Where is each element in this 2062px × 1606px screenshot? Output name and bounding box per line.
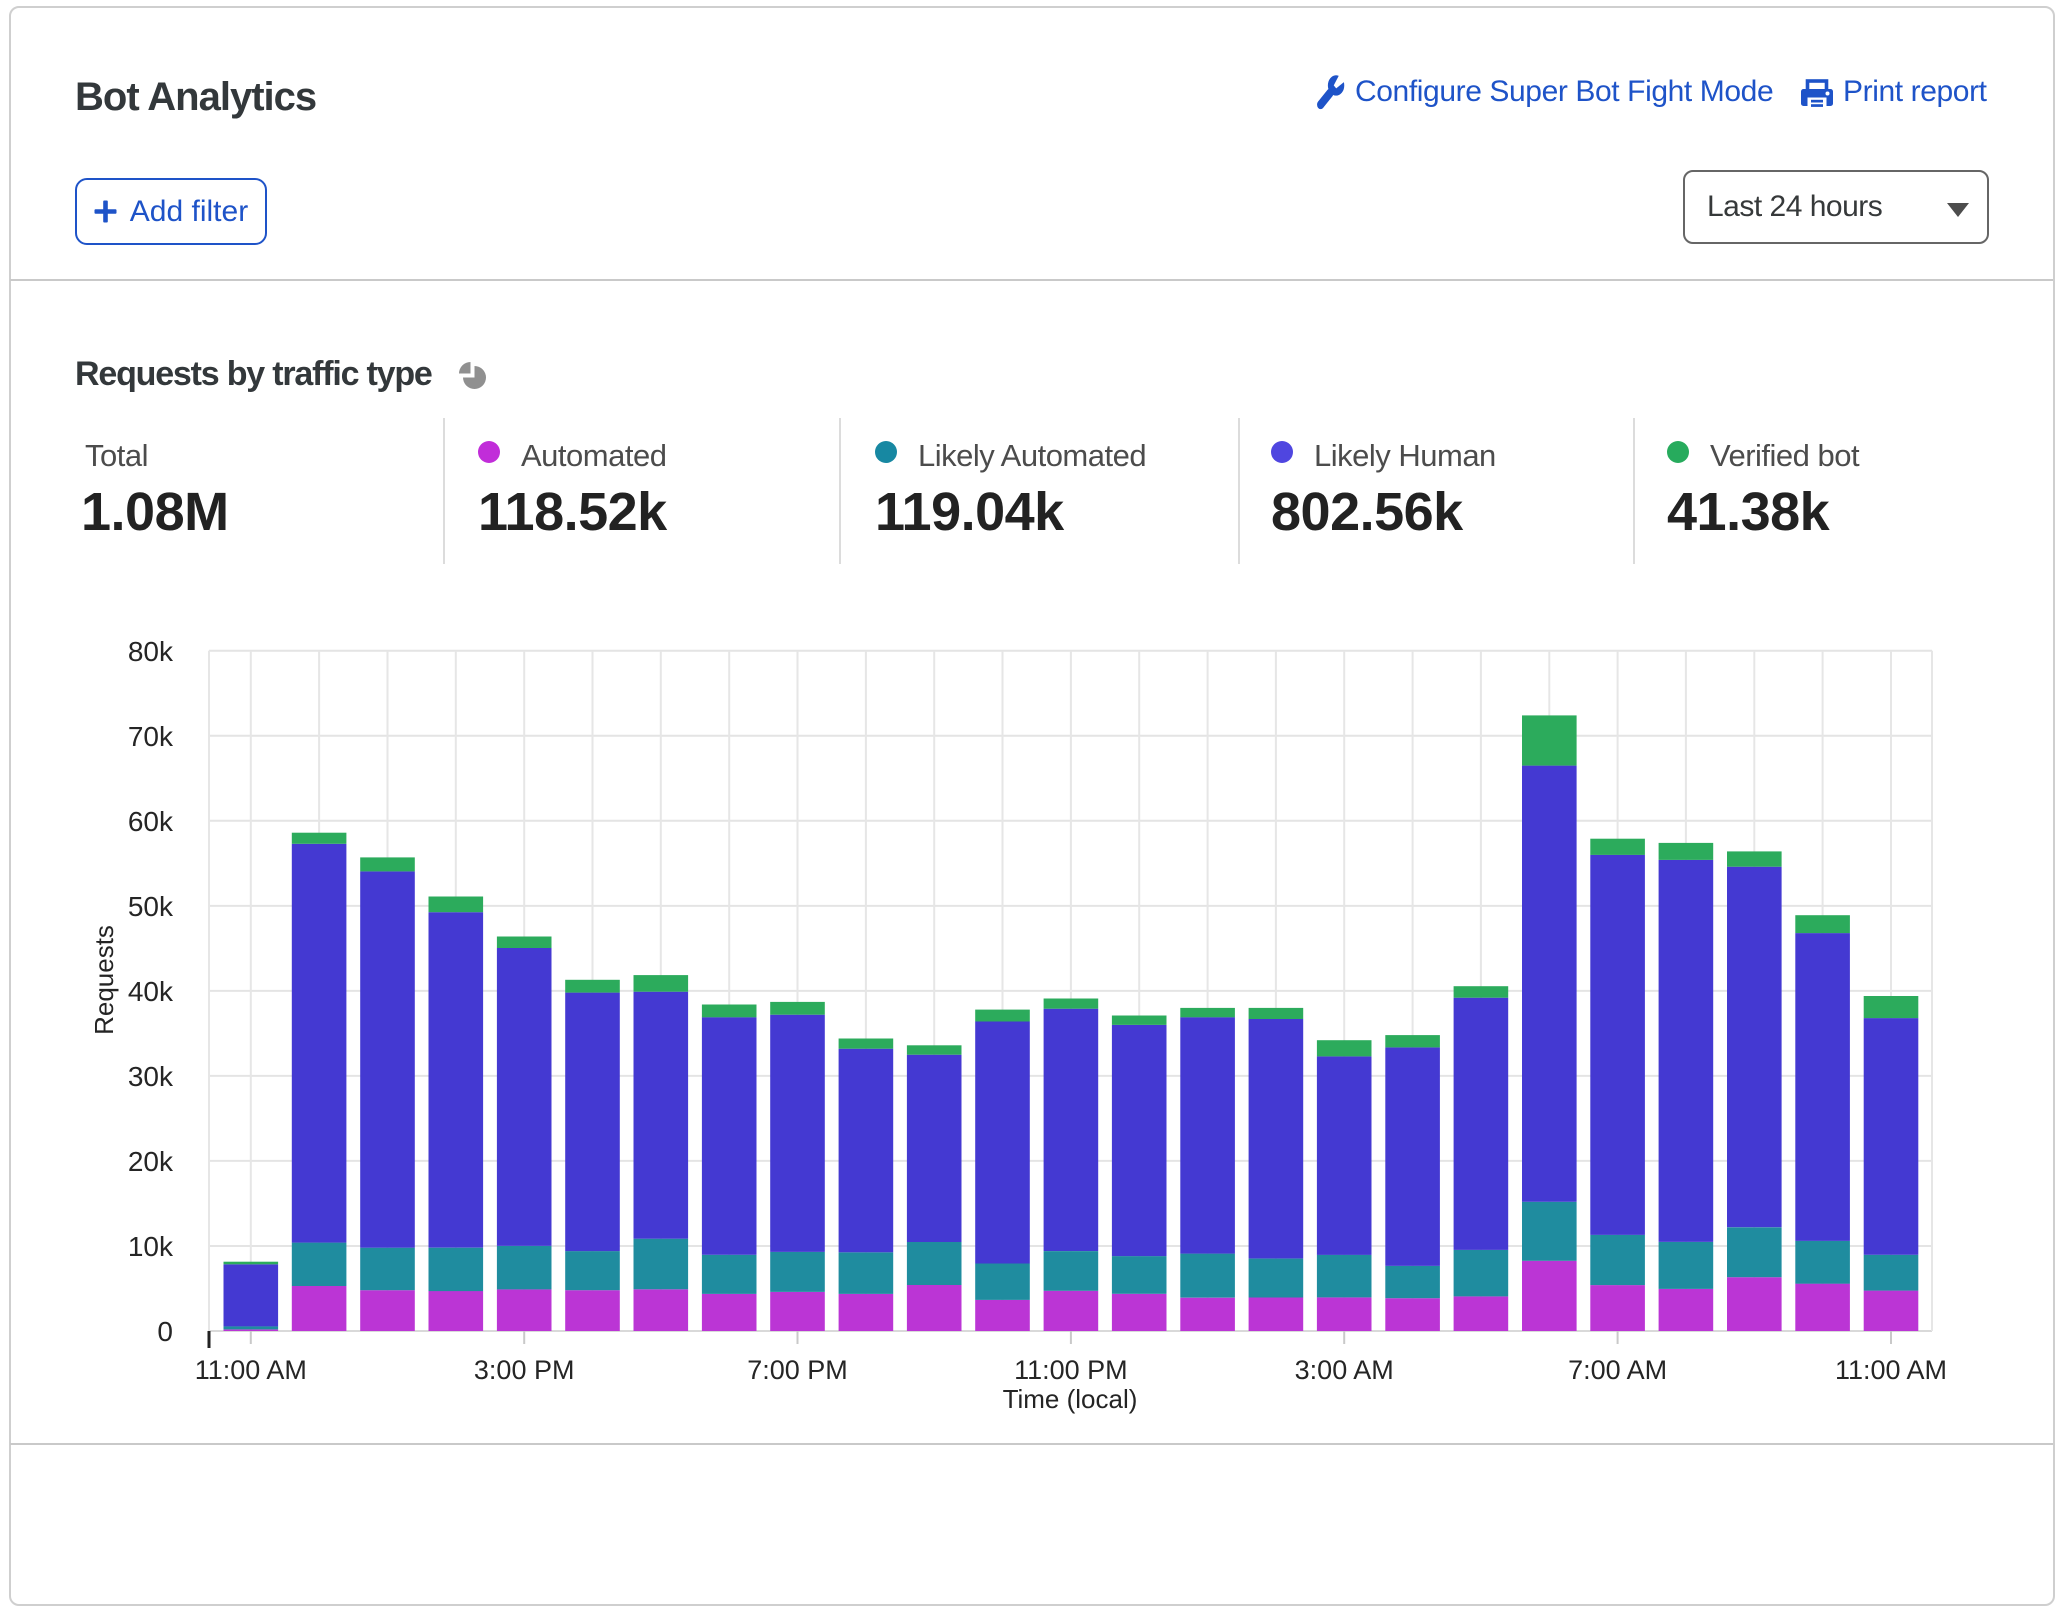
svg-text:11:00 AM: 11:00 AM: [1835, 1355, 1947, 1385]
svg-text:10k: 10k: [128, 1231, 174, 1262]
svg-text:30k: 30k: [128, 1061, 174, 1092]
svg-text:40k: 40k: [128, 976, 174, 1007]
svg-text:11:00 PM: 11:00 PM: [1014, 1355, 1128, 1385]
svg-text:Time (local): Time (local): [1003, 1384, 1138, 1414]
svg-text:50k: 50k: [128, 891, 174, 922]
svg-text:7:00 PM: 7:00 PM: [747, 1355, 848, 1385]
svg-text:20k: 20k: [128, 1146, 174, 1177]
svg-text:11:00 AM: 11:00 AM: [195, 1355, 307, 1385]
svg-text:60k: 60k: [128, 806, 174, 837]
svg-text:7:00 AM: 7:00 AM: [1568, 1355, 1667, 1385]
svg-text:3:00 AM: 3:00 AM: [1295, 1355, 1394, 1385]
svg-text:80k: 80k: [128, 636, 174, 667]
svg-text:3:00 PM: 3:00 PM: [474, 1355, 575, 1385]
svg-text:70k: 70k: [128, 721, 174, 752]
svg-text:0: 0: [157, 1316, 173, 1347]
svg-text:Requests: Requests: [89, 925, 119, 1035]
